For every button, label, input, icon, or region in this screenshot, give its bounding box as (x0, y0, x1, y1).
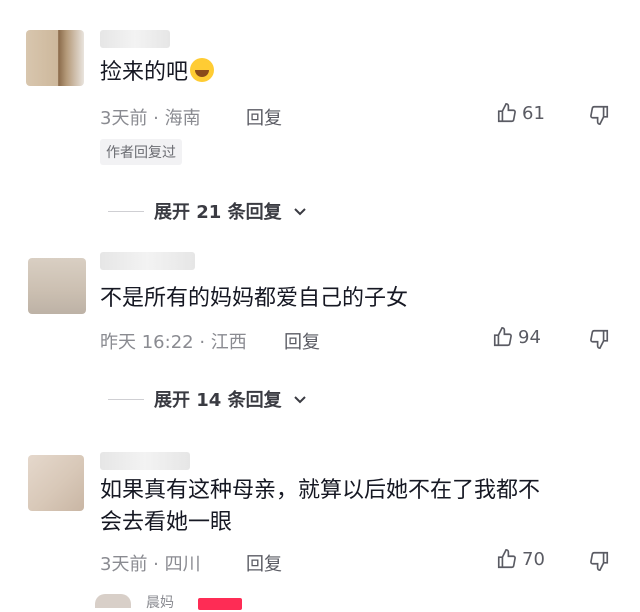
thumbs-down-icon (590, 329, 609, 349)
username-partial[interactable]: 晨妈 (146, 592, 174, 612)
reply-button[interactable]: 回复 (246, 550, 282, 576)
thumbs-up-icon (493, 327, 512, 347)
username-blurred[interactable] (100, 252, 195, 270)
reply-button[interactable]: 回复 (246, 104, 282, 130)
thumbs-down-icon (590, 551, 609, 571)
laughing-emoji-icon (190, 58, 215, 82)
expand-replies-button[interactable]: 展开 21 条回复 (108, 198, 308, 224)
avatar[interactable] (28, 455, 84, 511)
username-blurred[interactable] (100, 452, 190, 470)
thumbs-down-icon (590, 105, 609, 125)
reply-button[interactable]: 回复 (284, 328, 320, 354)
comment-text: 不是所有的妈妈都爱自己的子女 (100, 286, 409, 311)
dislike-button[interactable] (588, 328, 610, 354)
chevron-down-icon (293, 208, 306, 216)
avatar[interactable] (26, 30, 84, 86)
dislike-button[interactable] (588, 104, 610, 130)
like-count: 70 (522, 548, 545, 570)
like-button[interactable]: 61 (496, 102, 545, 124)
chevron-down-icon (293, 396, 306, 404)
like-button[interactable]: 70 (496, 548, 545, 570)
comment-text-line-1: 如果真有这种母亲，就算以后她不在了我都不 (100, 478, 541, 503)
username-blurred[interactable] (100, 30, 170, 48)
comment-time-location: 3天前 · 四川 (100, 554, 201, 575)
divider-line (108, 398, 144, 400)
comment-text: 捡来的吧 (100, 57, 215, 89)
comment-time-location: 昨天 16:22 · 江西 (100, 332, 247, 353)
expand-replies-button[interactable]: 展开 14 条回复 (108, 386, 308, 412)
dislike-button[interactable] (588, 550, 610, 576)
avatar[interactable] (28, 258, 86, 314)
like-button[interactable]: 94 (492, 326, 541, 348)
like-count: 61 (522, 102, 545, 124)
author-replied-badge: 作者回复过 (100, 139, 182, 165)
thumbs-up-icon (497, 549, 516, 569)
comment-text-content: 捡来的吧 (100, 60, 189, 85)
comment-text-line-2: 会去看她一眼 (100, 510, 233, 535)
divider-line (108, 210, 144, 212)
like-count: 94 (518, 326, 541, 348)
expand-replies-label: 展开 14 条回复 (154, 390, 282, 411)
author-tag (198, 598, 242, 610)
comment-time-location: 3天前 · 海南 (100, 108, 201, 129)
expand-replies-label: 展开 21 条回复 (154, 202, 282, 223)
thumbs-up-icon (497, 103, 516, 123)
